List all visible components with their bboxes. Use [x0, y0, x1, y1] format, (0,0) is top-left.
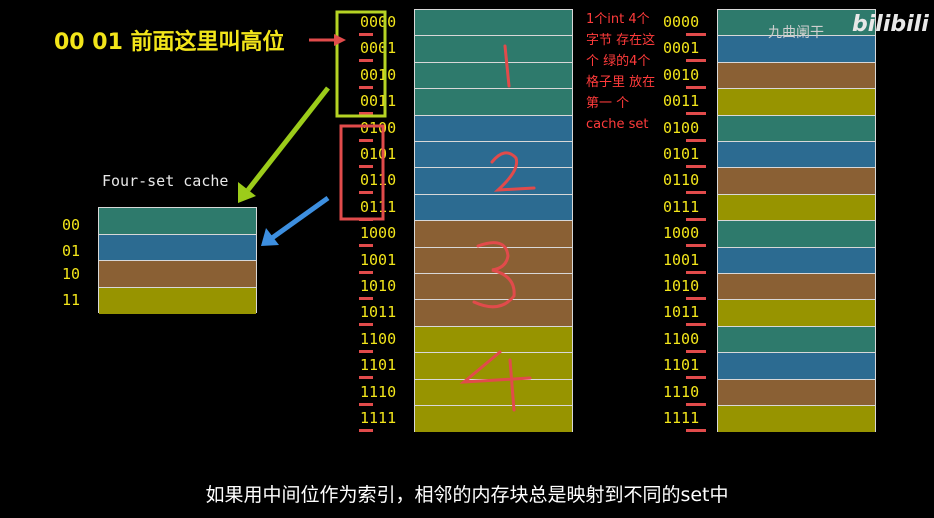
- handwritten-1: [503, 44, 511, 88]
- handwritten-group-numbers: [459, 44, 536, 412]
- annotation-overlay: [238, 10, 536, 412]
- slide: 00 01 前面这里叫高位 Four-set cache 00 01 10 11…: [0, 0, 934, 518]
- high-bits-highlight-box: [335, 10, 387, 118]
- red-pointer-arrow: [309, 34, 346, 46]
- handwritten-2: [490, 151, 536, 192]
- blue-arrow: [261, 195, 330, 246]
- handwritten-3: [472, 241, 516, 309]
- handwritten-4: [459, 350, 532, 412]
- green-arrow: [238, 86, 330, 203]
- subtitle-caption: 如果用中间位作为索引，相邻的内存块总是映射到不同的set中: [205, 484, 729, 506]
- middle-bits-highlight-box: [339, 124, 385, 221]
